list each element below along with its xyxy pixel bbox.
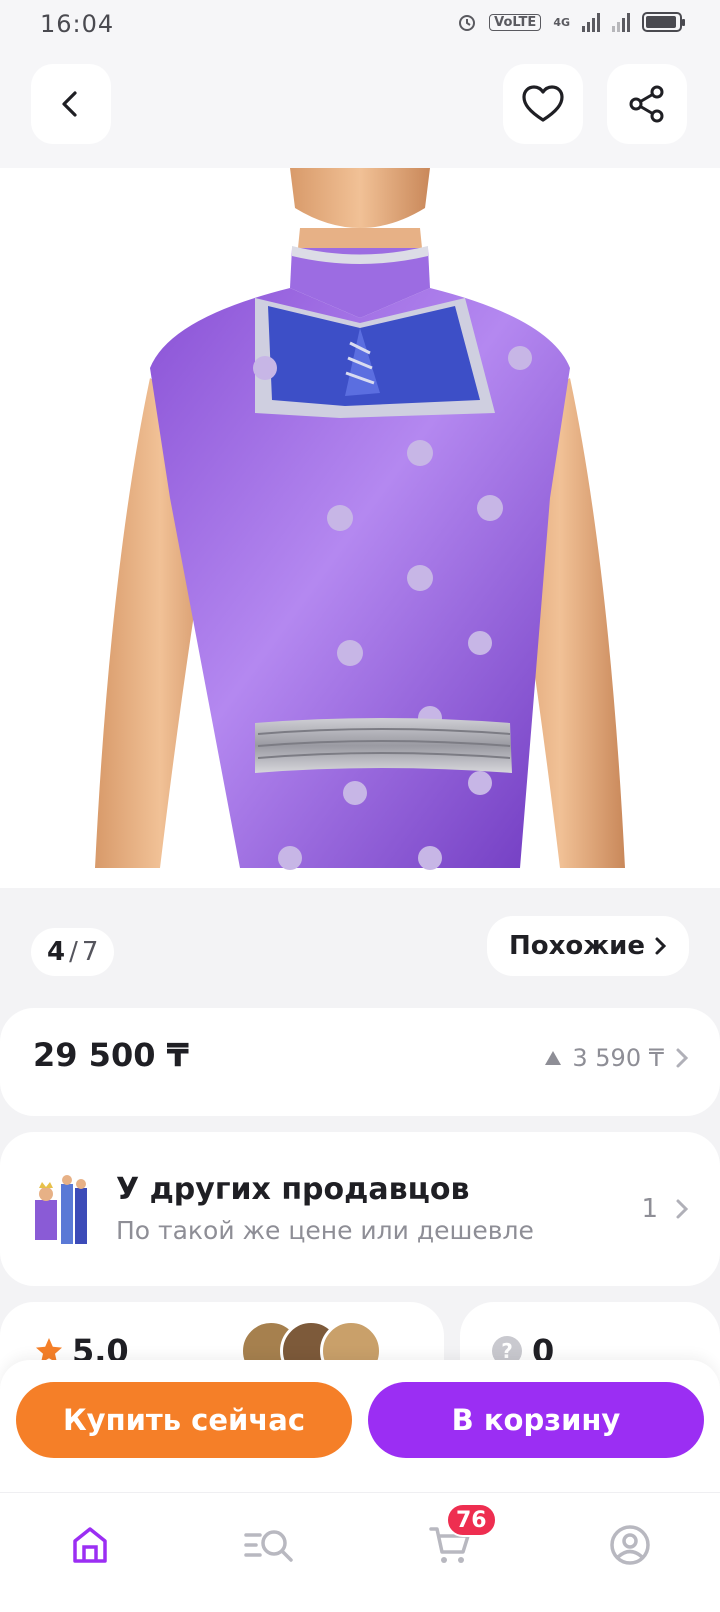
image-counter-current: 4 [47,937,66,967]
back-button[interactable] [31,64,111,144]
other-sellers-subtitle: По такой же цене или дешевле [116,1216,534,1245]
status-bar: 16:04 VoLTE 4G [0,0,720,48]
seller-thumbnail [33,1170,91,1248]
chevron-right-icon [676,1199,689,1219]
image-counter-separator: / [69,937,78,967]
alarm-icon [459,15,476,31]
battery-icon [642,12,685,32]
header [0,48,720,168]
buy-now-button[interactable]: Купить сейчас [16,1382,352,1458]
product-thumbnail-image [35,1175,87,1244]
price-card[interactable]: 29 500 ₸ 3 590 ₸ [0,1008,720,1116]
cart-count-badge: 76 [446,1503,497,1537]
price: 29 500 ₸ [33,1036,189,1074]
profile-icon [610,1525,650,1565]
status-time: 16:04 [40,10,115,38]
favorite-button[interactable] [503,64,583,144]
other-sellers-title: У других продавцов [116,1172,470,1207]
volte-indicator: VoLTE [489,13,542,31]
triangle-up-icon [545,1051,562,1065]
heart-icon [522,85,564,122]
signal-icon [582,12,600,32]
product-image[interactable] [0,168,720,888]
other-sellers-count-value: 1 [641,1194,658,1224]
share-button[interactable] [607,64,687,144]
network-type: 4G [553,15,570,29]
action-bar: Купить сейчас В корзину [0,1360,720,1492]
share-icon [629,85,664,123]
nav-profile[interactable] [600,1515,660,1575]
chevron-right-icon [655,937,667,955]
status-icons: VoLTE 4G [457,12,685,32]
chevron-left-icon [62,91,77,117]
chevron-right-icon [676,1048,689,1068]
similar-button[interactable]: Похожие [487,916,689,976]
home-icon [73,1527,107,1563]
bottom-nav: 76 [0,1492,720,1612]
other-sellers-card[interactable]: У других продавцов По такой же цене или … [0,1132,720,1286]
add-to-cart-button[interactable]: В корзину [368,1382,704,1458]
nav-catalog[interactable] [240,1515,300,1575]
product-photo [0,168,720,888]
image-counter: 4 / 7 [31,928,115,976]
gallery-footer: 4 / 7 Похожие [0,888,720,1006]
price-bonus[interactable]: 3 590 ₸ [544,1044,690,1072]
price-bonus-value: 3 590 ₸ [572,1044,664,1072]
nav-home[interactable] [60,1515,120,1575]
catalog-search-icon [244,1530,293,1562]
similar-label: Похожие [509,931,645,961]
signal-2-icon [612,12,630,32]
image-counter-total: 7 [81,937,99,967]
other-sellers-count: 1 [641,1194,690,1224]
